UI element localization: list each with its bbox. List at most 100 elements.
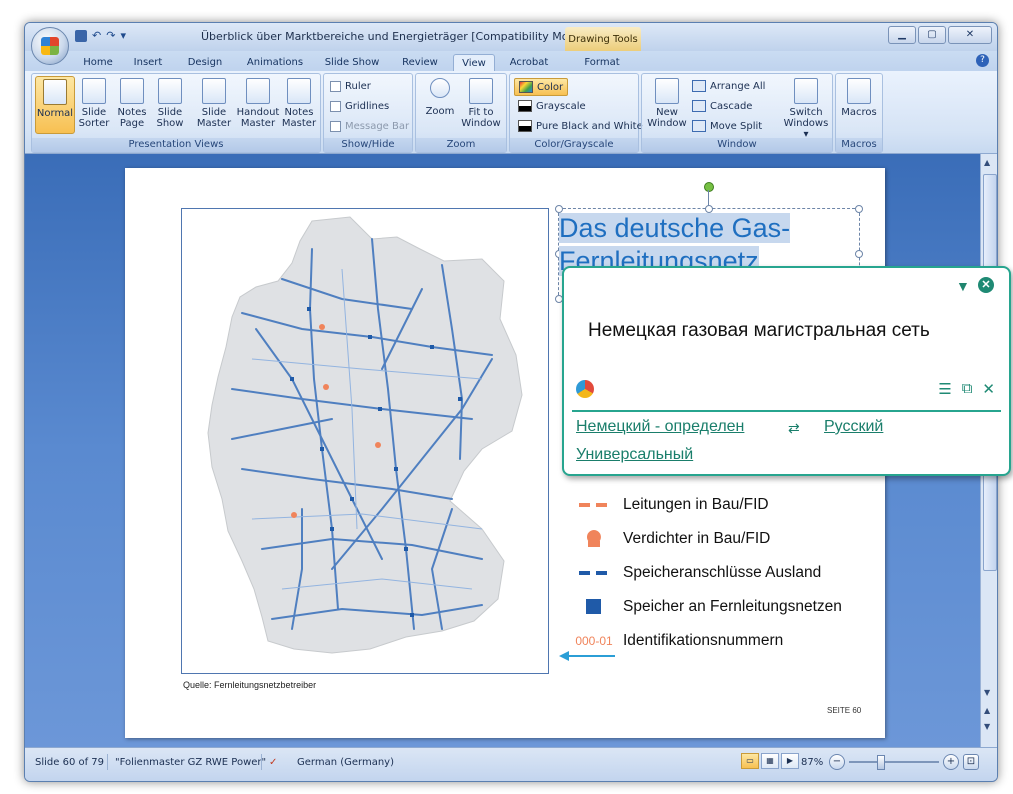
switch-windows-icon — [794, 78, 818, 104]
tab-home[interactable]: Home — [77, 54, 119, 71]
group-macros: Macros Macros — [835, 73, 883, 153]
close-popup-button[interactable]: ✕ — [978, 277, 994, 293]
zoom-slider-track[interactable] — [849, 761, 939, 763]
slide-master-icon — [202, 78, 226, 104]
normal-view-icon[interactable]: ▭ — [741, 753, 759, 769]
checkbox-icon — [330, 100, 341, 112]
help-icon[interactable]: ? — [976, 54, 989, 67]
group-label-zoom: Zoom — [416, 138, 506, 152]
target-language-link[interactable]: Русский — [824, 418, 883, 436]
move-split-icon — [692, 120, 706, 132]
next-slide-icon[interactable]: ▼ — [984, 722, 990, 731]
arrange-all-button[interactable]: Arrange All — [692, 78, 765, 94]
blue-square-icon — [565, 598, 623, 616]
dictionary-link[interactable]: Универсальный — [576, 446, 693, 464]
fit-to-window-button[interactable]: Fit to Window — [460, 76, 502, 129]
slide-show-icon — [158, 78, 182, 104]
macros-button[interactable]: Macros — [838, 76, 880, 118]
list-icon[interactable]: ☰ — [938, 380, 951, 398]
checkbox-icon — [330, 120, 341, 132]
fit-slide-icon[interactable]: ⊡ — [963, 754, 979, 770]
zoom-button[interactable]: Zoom — [420, 76, 460, 117]
checkbox-icon — [330, 80, 341, 92]
notes-page-button[interactable]: Notes Page — [114, 76, 150, 129]
tab-animations[interactable]: Animations — [241, 54, 309, 71]
save-icon[interactable] — [75, 30, 87, 42]
message-bar-checkbox: Message Bar — [330, 118, 409, 134]
quick-access-toolbar: ↶ ↷ ▾ — [75, 29, 126, 43]
scroll-up-icon[interactable]: ▲ — [984, 158, 990, 167]
pure-black-white-button[interactable]: Pure Black and White — [518, 118, 643, 134]
maximize-button[interactable]: ▢ — [918, 26, 946, 44]
copy-icon[interactable]: ⧉ — [962, 380, 973, 398]
legend-item: Leitungen in Bau/FID — [565, 494, 769, 516]
customize-qat-icon[interactable]: ▾ — [120, 29, 126, 43]
germany-pipeline-map[interactable] — [181, 208, 549, 674]
legend-item: Speicher an Fernleitungsnetzen — [565, 596, 842, 618]
slide-master-button[interactable]: Slide Master — [194, 76, 234, 129]
minimize-button[interactable]: ▁ — [888, 26, 916, 44]
source-language-link[interactable]: Немецкий - определен — [576, 418, 744, 436]
title-bar: ↶ ↷ ▾ Überblick über Marktbereiche und E… — [25, 23, 997, 65]
slide-sorter-icon — [82, 78, 106, 104]
slide-show-button[interactable]: Slide Show — [152, 76, 188, 129]
black-white-icon — [518, 120, 532, 132]
group-label-presentation-views: Presentation Views — [32, 138, 320, 152]
slide-sorter-icon[interactable]: ▦ — [761, 753, 779, 769]
scroll-down-icon[interactable]: ▼ — [984, 688, 990, 697]
normal-view-button[interactable]: Normal — [35, 76, 75, 134]
switch-windows-button[interactable]: Switch Windows ▾ — [782, 76, 830, 140]
color-button[interactable]: Color — [514, 78, 569, 96]
new-window-icon — [655, 78, 679, 104]
source-caption: Quelle: Fernleitungsnetzbetreiber — [183, 680, 317, 690]
tab-insert[interactable]: Insert — [127, 54, 169, 71]
tab-slide-show[interactable]: Slide Show — [321, 54, 383, 71]
tab-design[interactable]: Design — [181, 54, 229, 71]
resize-handle[interactable] — [855, 250, 863, 258]
group-show-hide: Ruler Gridlines Message Bar Show/Hide — [323, 73, 413, 153]
close-button[interactable]: ✕ — [948, 26, 992, 44]
group-presentation-views: Normal Slide Sorter Notes Page Slide Sho… — [31, 73, 321, 153]
cascade-button[interactable]: Cascade — [692, 98, 752, 114]
swap-languages-icon[interactable]: ⇄ — [788, 420, 800, 437]
tab-view[interactable]: View — [453, 54, 495, 72]
normal-view-icon — [43, 79, 67, 105]
orange-pin-icon — [565, 529, 623, 549]
office-button[interactable] — [31, 27, 69, 65]
status-separator — [107, 754, 108, 770]
rotation-handle[interactable] — [704, 182, 714, 192]
zoom-out-button[interactable]: − — [829, 754, 845, 770]
orange-dash-icon — [565, 502, 623, 508]
zoom-in-button[interactable]: + — [943, 754, 959, 770]
status-separator — [261, 754, 262, 770]
spelling-check-icon[interactable]: ✓ — [269, 757, 277, 768]
move-split-button[interactable]: Move Split — [692, 118, 762, 134]
slide-sorter-button[interactable]: Slide Sorter — [76, 76, 112, 129]
tab-acrobat[interactable]: Acrobat — [503, 54, 555, 71]
popup-toolbar: ☰ ⧉ ✕ — [938, 380, 995, 398]
tab-format[interactable]: Format — [577, 54, 627, 71]
notes-master-button[interactable]: Notes Master — [280, 76, 318, 129]
translator-logo-icon[interactable] — [576, 380, 594, 398]
zoom-level[interactable]: 87% — [801, 757, 823, 768]
zoom-slider-thumb[interactable] — [877, 755, 885, 770]
language-indicator[interactable]: German (Germany) — [297, 757, 394, 768]
settings-icon[interactable]: ✕ — [982, 380, 995, 398]
resize-handle[interactable] — [855, 205, 863, 213]
slide-show-icon[interactable]: ▶ — [781, 753, 799, 769]
tab-review[interactable]: Review — [397, 54, 443, 71]
handout-master-button[interactable]: Handout Master — [236, 76, 280, 129]
grayscale-button[interactable]: Grayscale — [518, 98, 586, 114]
gridlines-checkbox[interactable]: Gridlines — [330, 98, 389, 114]
ruler-checkbox[interactable]: Ruler — [330, 78, 371, 94]
pin-icon[interactable]: ▼ — [956, 278, 970, 294]
handout-master-icon — [246, 78, 270, 104]
pipeline-map-graphic — [207, 216, 523, 654]
redo-icon[interactable]: ↷ — [106, 29, 115, 43]
popup-divider — [572, 410, 1001, 412]
group-label-color-grayscale: Color/Grayscale — [510, 138, 638, 152]
theme-name[interactable]: "Folienmaster GZ RWE Power" — [115, 757, 266, 768]
previous-slide-icon[interactable]: ▲ — [984, 706, 990, 715]
undo-icon[interactable]: ↶ — [92, 29, 101, 43]
new-window-button[interactable]: New Window — [646, 76, 688, 129]
